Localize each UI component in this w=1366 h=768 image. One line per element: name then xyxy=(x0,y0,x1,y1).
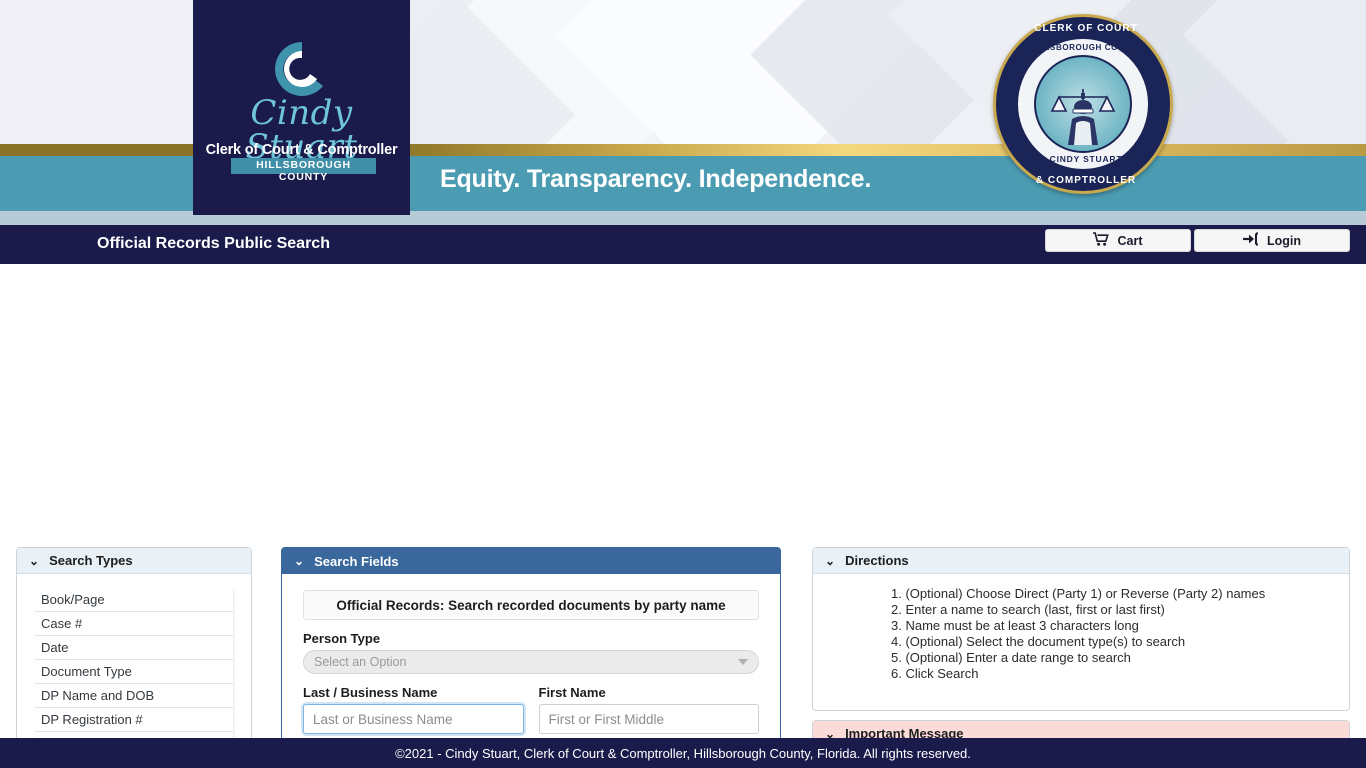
county-seal: CLERK OF COURT & COMPTROLLER HILLSBOROUG… xyxy=(993,14,1173,194)
c-monogram-icon xyxy=(271,38,333,100)
direction-step: 3. Name must be at least 3 characters lo… xyxy=(891,618,1139,633)
shopping-cart-icon xyxy=(1093,232,1110,249)
last-name-label: Last / Business Name xyxy=(303,685,438,700)
sidebar-item-book-page[interactable]: Book/Page xyxy=(35,588,233,612)
logo-subtitle: Clerk of Court & Comptroller xyxy=(205,142,398,158)
banner-tagline: Equity. Transparency. Independence. xyxy=(440,165,872,193)
seal-text-bottom: & COMPTROLLER xyxy=(1035,175,1137,186)
seal-inner-ring xyxy=(1016,37,1150,171)
seal-core xyxy=(1034,55,1132,153)
direction-step: 5. (Optional) Enter a date range to sear… xyxy=(891,650,1131,665)
sidebar-item-date[interactable]: Date xyxy=(35,636,233,660)
sidebar-item-case-number[interactable]: Case # xyxy=(35,612,233,636)
direction-step: 4. (Optional) Select the document type(s… xyxy=(891,634,1186,649)
search-types-panel: ⌄ Search Types Book/Page Case # Date Doc… xyxy=(16,547,252,768)
banner-diamond-pattern xyxy=(410,0,1366,148)
seal-text-top: CLERK OF COURT xyxy=(1034,23,1138,34)
seal-text-name: CINDY STUART xyxy=(1049,154,1123,164)
person-type-select[interactable]: Select an Option xyxy=(303,650,759,674)
search-types-header-label: Search Types xyxy=(49,553,133,568)
chevron-down-icon: ⌄ xyxy=(29,553,40,568)
directions-header[interactable]: ⌄ Directions xyxy=(813,548,1349,574)
chevron-down-icon: ⌄ xyxy=(825,553,836,568)
footer-copyright: ©2021 - Cindy Stuart, Clerk of Court & C… xyxy=(395,745,971,761)
login-button[interactable]: Login xyxy=(1194,229,1350,252)
person-type-value: Select an Option xyxy=(314,655,407,669)
last-business-name-input[interactable] xyxy=(303,704,524,734)
cart-label: Cart xyxy=(1117,233,1143,248)
seal-text-county: HILLSBOROUGH COUNTY xyxy=(1029,43,1143,52)
logo-county: HILLSBOROUGH COUNTY xyxy=(256,159,351,183)
sign-in-icon xyxy=(1242,232,1259,249)
search-form-banner: Official Records: Search recorded docume… xyxy=(303,590,759,620)
directions-list: 1. (Optional) Choose Direct (Party 1) or… xyxy=(813,586,1349,682)
search-fields-header[interactable]: ⌄ Search Fields xyxy=(282,548,780,574)
sidebar-item-document-type[interactable]: Document Type xyxy=(35,660,233,684)
direction-step: 6. Click Search xyxy=(891,666,979,681)
main-navbar: Official Records Public Search Cart Logi… xyxy=(0,225,1366,264)
sidebar-item-dp-registration[interactable]: DP Registration # xyxy=(35,708,233,732)
first-name-label: First Name xyxy=(538,685,606,700)
chevron-down-icon: ⌄ xyxy=(294,554,305,568)
search-fields-header-label: Search Fields xyxy=(314,553,399,569)
search-types-header[interactable]: ⌄ Search Types xyxy=(17,548,251,574)
direction-step: 2. Enter a name to search (last, first o… xyxy=(891,602,1165,617)
cart-button[interactable]: Cart xyxy=(1045,229,1191,252)
first-name-input[interactable] xyxy=(538,704,759,734)
sidebar-item-dp-name-and-dob[interactable]: DP Name and DOB xyxy=(35,684,233,708)
directions-body: 1. (Optional) Choose Direct (Party 1) or… xyxy=(813,574,1349,682)
direction-step: 1. (Optional) Choose Direct (Party 1) or… xyxy=(891,586,1266,601)
site-footer: ©2021 - Cindy Stuart, Clerk of Court & C… xyxy=(0,738,1366,768)
chevron-down-icon xyxy=(738,659,748,665)
directions-header-label: Directions xyxy=(845,553,909,568)
directions-panel: ⌄ Directions 1. (Optional) Choose Direct… xyxy=(812,547,1350,711)
login-label: Login xyxy=(1266,233,1301,248)
page-title: Official Records Public Search xyxy=(97,235,330,252)
page-content: ⌄ Search Types Book/Page Case # Date Doc… xyxy=(0,264,1366,768)
search-fields-panel: ⌄ Search Fields Official Records: Search… xyxy=(281,547,781,768)
site-banner: Equity. Transparency. Independence. Cind… xyxy=(0,0,1366,225)
clerk-logo[interactable]: Cindy Stuart Clerk of Court & Comptrolle… xyxy=(193,0,410,215)
person-type-label: Person Type xyxy=(303,631,381,646)
lady-justice-scales-icon xyxy=(1050,89,1116,145)
